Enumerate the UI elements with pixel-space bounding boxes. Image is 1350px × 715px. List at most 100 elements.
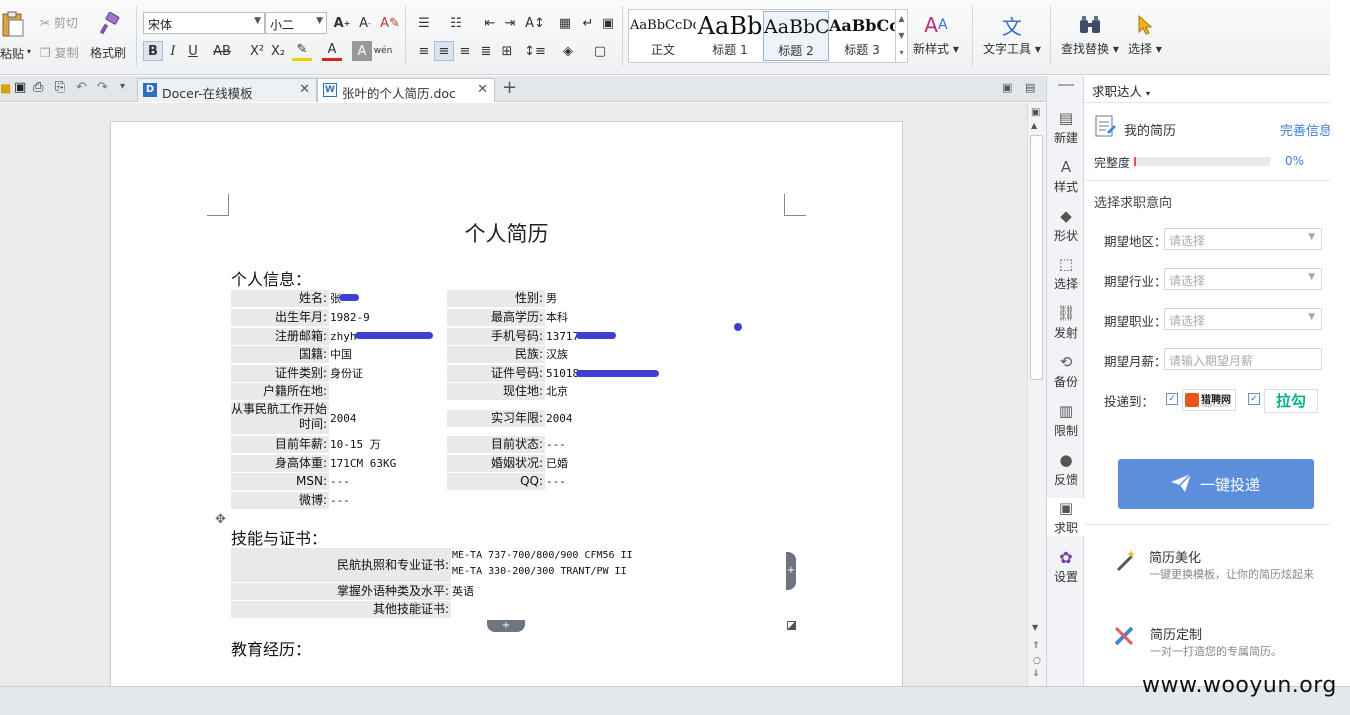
font-name-select[interactable]: 宋体 ▼ [143, 12, 265, 34]
superscript-icon[interactable]: X² [247, 41, 267, 61]
personal-field-value: --- [330, 494, 350, 507]
new-tab-plus-icon[interactable]: + [502, 77, 517, 98]
align-right-icon[interactable]: ≡ [455, 41, 475, 61]
paste-icon[interactable] [0, 10, 30, 38]
font-color-icon[interactable]: A [322, 41, 342, 61]
char-shading-icon[interactable]: A [352, 41, 372, 61]
sidebar-new-button[interactable]: ▤ 新建 [1047, 108, 1085, 146]
format-painter-button[interactable]: 格式刷 [90, 44, 126, 61]
numbered-list-icon[interactable]: ☷ [446, 13, 466, 33]
sidebar-select-button[interactable]: ⬚ 选择 [1047, 254, 1085, 292]
page-nav-icon[interactable]: ▣ [1031, 107, 1040, 118]
decrease-indent-icon[interactable]: ⇤ [480, 13, 500, 33]
add-row-handle-icon[interactable]: + [487, 620, 525, 632]
layout-icon[interactable]: ▣ [598, 13, 618, 33]
style-normal[interactable]: AaBbCcDd 正文 [630, 11, 696, 61]
sidebar-style-button[interactable]: A 样式 [1047, 157, 1085, 195]
style-gallery-scroll[interactable]: ▲ ▼ ▾ [895, 10, 907, 62]
paste-dropdown-icon[interactable]: ▾ [27, 47, 31, 56]
vertical-scrollbar[interactable]: ▣ ▲ ▼ ⇑ ○ ⇓ [1027, 103, 1046, 686]
underline-icon[interactable]: U [183, 41, 203, 61]
print-preview-icon[interactable]: ⎘ [55, 80, 65, 95]
select-button[interactable]: 选择 ▾ [1128, 10, 1162, 57]
grow-font-icon[interactable]: A + [332, 13, 352, 33]
style-heading-3[interactable]: AaBbCcI 标题 3 [829, 11, 895, 61]
cut-button[interactable]: ✂ 剪切 [40, 14, 78, 31]
tab-list-icon[interactable]: ▤ [1025, 81, 1035, 94]
text-tools-button[interactable]: 文 文字工具 ▾ [983, 10, 1041, 57]
justify-icon[interactable]: ≣ [476, 41, 496, 61]
next-page-icon[interactable]: ⇓ [1032, 669, 1040, 679]
complete-info-link[interactable]: 完善信息 [1280, 120, 1332, 139]
highlight-icon[interactable]: ✎ [292, 41, 312, 61]
sidebar-restrict-button[interactable]: ▥ 限制 [1047, 401, 1085, 439]
sidebar-settings-button[interactable]: ✿ 设置 [1047, 547, 1085, 585]
sidebar-shape-button[interactable]: ◆ 形状 [1047, 206, 1085, 244]
promo-beautify-title[interactable]: 简历美化 [1149, 547, 1201, 566]
subscript-icon[interactable]: X₂ [268, 41, 288, 61]
personal-field-label: 目前年薪: [231, 436, 329, 453]
distribute-icon[interactable]: ⊞ [497, 41, 517, 61]
phonetic-guide-icon[interactable]: wén [373, 41, 393, 61]
align-left-icon[interactable]: ≡ [414, 41, 434, 61]
bold-icon[interactable]: B [143, 41, 163, 61]
copy-button[interactable]: ❐ 复制 [40, 44, 79, 61]
sidebar-backup-button[interactable]: ⟲ 备份 [1047, 352, 1085, 390]
browse-object-icon[interactable]: ○ [1033, 656, 1041, 666]
redo-icon[interactable]: ↷ [97, 80, 108, 95]
one-click-deliver-button[interactable]: 一键投递 [1118, 459, 1314, 509]
close-icon[interactable]: ✕ [299, 82, 310, 97]
folder-icon[interactable]: ■ [0, 81, 11, 95]
personal-field-label: 注册邮箱: [231, 328, 329, 345]
print-icon[interactable]: ⎙ [33, 80, 43, 95]
paste-button[interactable]: 粘贴 [0, 45, 24, 62]
save-icon[interactable]: ▣ [14, 80, 26, 95]
tab-resume-doc[interactable]: W 张叶的个人简历.doc ✕ [317, 78, 495, 102]
table-resize-handle-icon[interactable] [787, 621, 796, 630]
lagou-checkbox[interactable]: ✓ [1248, 393, 1260, 405]
format-painter-icon[interactable] [97, 11, 121, 36]
intent-select[interactable]: 请选择 ▼ [1164, 268, 1322, 290]
line-spacing-icon[interactable]: ↕≡ [524, 41, 546, 61]
bullet-list-icon[interactable]: ☰ [414, 13, 434, 33]
shading-icon[interactable]: ◈ [558, 41, 578, 61]
table-grid-icon[interactable]: ▦ [555, 13, 575, 33]
task-pane-icon-bar: ▤ 新建 A 样式 ◆ 形状 ⬚ 选择 ⛓ 发射 ⟲ 备份 ▥ 限制 ● 反馈 ▣ 求职 ✿ 设置 [1046, 76, 1085, 686]
window-restore-icon[interactable]: ▣ [1002, 81, 1012, 94]
borders-icon[interactable]: ▢ [590, 41, 610, 61]
undo-icon[interactable]: ↶ [76, 80, 87, 95]
sidebar-feedback-button[interactable]: ● 反馈 [1047, 450, 1085, 488]
new-style-label: 新样式 [913, 42, 950, 56]
liepin-checkbox[interactable]: ✓ [1166, 393, 1178, 405]
increase-indent-icon[interactable]: ⇥ [500, 13, 520, 33]
panel-header[interactable]: 求职达人 ▾ [1092, 81, 1150, 100]
clear-format-icon[interactable]: A✎ [380, 13, 400, 33]
new-style-button[interactable]: AA 新样式 ▾ [913, 10, 959, 57]
style-heading-1[interactable]: AaBb 标题 1 [697, 11, 763, 61]
table-move-handle-icon[interactable]: ✥ [215, 512, 226, 527]
tab-docer[interactable]: D Docer-在线模板 ✕ [137, 78, 317, 102]
intent-select[interactable]: 请选择 ▼ [1164, 228, 1322, 250]
font-size-select[interactable]: 小二 ▼ [265, 12, 327, 34]
scroll-thumb[interactable] [1030, 135, 1043, 380]
shrink-font-icon[interactable]: A- [355, 13, 375, 33]
quick-access-dropdown-icon[interactable]: ▾ [120, 81, 125, 92]
salary-input[interactable]: 请输入期望月薪 [1164, 348, 1322, 370]
promo-custom-title[interactable]: 简历定制 [1150, 624, 1202, 643]
paragraph-mark-icon[interactable]: ↵ [578, 13, 598, 33]
prev-page-icon[interactable]: ⇑ [1032, 641, 1040, 651]
scroll-down-icon[interactable]: ▼ [1032, 623, 1038, 632]
strikethrough-icon[interactable]: AB [212, 41, 232, 61]
text-direction-icon[interactable]: A↕ [525, 13, 545, 33]
intent-select[interactable]: 请选择 ▼ [1164, 308, 1322, 330]
sidebar-job-button[interactable]: ▣ 求职 [1047, 498, 1085, 537]
sidebar-share-button[interactable]: ⛓ 发射 [1047, 303, 1085, 341]
add-column-handle-icon[interactable]: + [786, 552, 796, 590]
style-heading-2[interactable]: AaBbC 标题 2 [763, 11, 829, 61]
align-center-icon[interactable]: ≡ [434, 41, 454, 61]
scroll-up-icon[interactable]: ▲ [1031, 121, 1037, 130]
find-replace-button[interactable]: 查找替换 ▾ [1061, 10, 1119, 57]
document-page[interactable]: 个人简历 个人信息： 姓名: 张出生年月: 1982-9 注册邮箱: zhyh 国籍: 中国… [110, 121, 903, 715]
italic-icon[interactable]: I [163, 41, 183, 61]
close-icon[interactable]: ✕ [477, 82, 488, 97]
